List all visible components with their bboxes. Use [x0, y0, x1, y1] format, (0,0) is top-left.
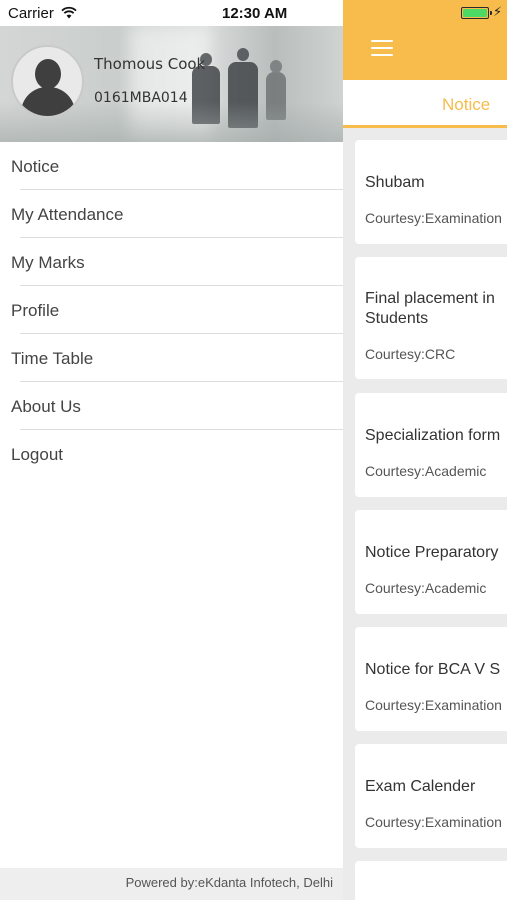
- notice-title: Notice Preparatory: [365, 544, 499, 561]
- notice-courtesy: Courtesy:Academic: [365, 463, 487, 479]
- notice-card[interactable]: Exam Calender Courtesy:Examination: [355, 744, 507, 848]
- tab-active-indicator: [343, 125, 507, 128]
- carrier-label: Carrier: [8, 5, 54, 22]
- notice-card[interactable]: Specialization form Courtesy:Academic: [355, 393, 507, 497]
- notice-card[interactable]: [355, 861, 507, 900]
- menu-item-label: Profile: [11, 301, 60, 320]
- notice-card[interactable]: Final placement in Students Courtesy:CRC: [355, 257, 507, 379]
- menu-item-my-attendance[interactable]: My Attendance: [0, 190, 343, 238]
- tab-notice[interactable]: Notice: [343, 80, 507, 128]
- user-id: 0161MBA014: [94, 90, 188, 106]
- menu-item-label: My Marks: [11, 253, 85, 272]
- menu-item-my-marks[interactable]: My Marks: [0, 238, 343, 286]
- menu-item-about-us[interactable]: About Us: [0, 382, 343, 430]
- notice-courtesy: Courtesy:CRC: [365, 346, 456, 362]
- drawer-footer: Powered by:eKdanta Infotech, Delhi: [0, 868, 343, 900]
- notice-card[interactable]: Shubam Courtesy:Examination: [355, 140, 507, 244]
- notice-card[interactable]: Notice for BCA V S Courtesy:Examination: [355, 627, 507, 731]
- menu-item-label: Notice: [11, 157, 60, 176]
- menu-item-label: About Us: [11, 397, 81, 416]
- notice-courtesy: Courtesy:Examination: [365, 814, 502, 830]
- user-name: Thomous Cook: [94, 55, 206, 73]
- menu-item-label: Time Table: [11, 349, 94, 368]
- menu-item-notice[interactable]: Notice: [0, 142, 343, 190]
- battery-icon: [461, 7, 492, 19]
- tab-bar: Notice: [343, 80, 507, 128]
- hamburger-menu-icon[interactable]: [371, 40, 393, 60]
- notice-title: Final placement in Students: [365, 290, 495, 327]
- main-panel: ⚡ Notice Shubam Courtesy:Examination Fin…: [343, 0, 507, 900]
- notice-title: Notice for BCA V S: [365, 661, 501, 678]
- menu-item-label: My Attendance: [11, 205, 124, 224]
- notice-title: Exam Calender: [365, 778, 476, 795]
- notice-title: Specialization form: [365, 427, 501, 444]
- navigation-drawer: Carrier 12:30 AM Thomous Cook 0161MBA014…: [0, 0, 343, 900]
- tab-notice-label: Notice: [442, 95, 491, 114]
- notice-courtesy: Courtesy:Academic: [365, 580, 487, 596]
- drawer-menu: Notice My Attendance My Marks Profile Ti…: [0, 142, 343, 478]
- menu-item-label: Logout: [11, 445, 63, 464]
- menu-item-profile[interactable]: Profile: [0, 286, 343, 334]
- menu-item-time-table[interactable]: Time Table: [0, 334, 343, 382]
- avatar-placeholder-icon: [35, 59, 61, 89]
- notice-courtesy: Courtesy:Examination: [365, 210, 502, 226]
- notice-courtesy: Courtesy:Examination: [365, 697, 502, 713]
- app-header: ⚡: [343, 0, 507, 80]
- avatar[interactable]: [11, 45, 84, 118]
- charging-bolt-icon: ⚡: [493, 4, 503, 19]
- status-bar: Carrier 12:30 AM: [0, 0, 343, 26]
- notice-title: Shubam: [365, 174, 425, 191]
- menu-item-logout[interactable]: Logout: [0, 430, 343, 478]
- clock: 12:30 AM: [222, 5, 288, 22]
- powered-by-text: Powered by:eKdanta Infotech, Delhi: [125, 875, 333, 890]
- wifi-icon: [61, 6, 77, 19]
- notice-card[interactable]: Notice Preparatory Courtesy:Academic: [355, 510, 507, 614]
